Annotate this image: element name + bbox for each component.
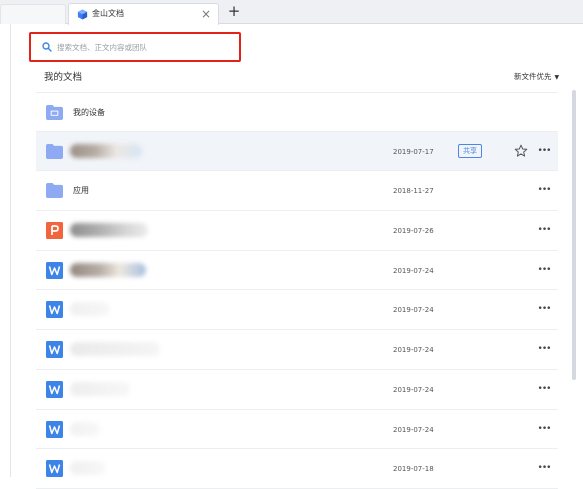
browser-tab-title: 金山文档 xyxy=(92,9,124,18)
file-date: 2019-07-24 xyxy=(393,385,434,394)
sort-dropdown[interactable]: 新文件优先 ▼ xyxy=(514,71,559,82)
redacted-file-name[interactable] xyxy=(70,302,110,317)
file-date: 2019-07-24 xyxy=(393,425,434,434)
browser-tab-strip: 金山文档 × + xyxy=(0,0,583,25)
redacted-file-name[interactable] xyxy=(70,262,146,277)
file-list: 我的设备 2019-07-17 共享 ••• 应用 2018-11-27 •••… xyxy=(36,92,558,489)
file-row[interactable]: 2019-07-24 ••• xyxy=(36,330,558,370)
browser-tab-inactive[interactable] xyxy=(0,4,66,24)
file-date: 2019-07-24 xyxy=(393,266,434,275)
more-options-icon[interactable]: ••• xyxy=(537,302,552,316)
file-row[interactable]: 我的设备 xyxy=(36,92,558,132)
more-options-icon[interactable]: ••• xyxy=(537,223,552,237)
more-options-icon[interactable]: ••• xyxy=(537,263,552,277)
word-doc-icon xyxy=(46,380,63,398)
word-doc-icon xyxy=(46,341,63,359)
word-doc-icon xyxy=(46,460,63,478)
more-options-icon[interactable]: ••• xyxy=(537,422,552,436)
redacted-file-name[interactable] xyxy=(70,461,106,476)
redacted-file-name[interactable] xyxy=(70,223,148,238)
more-options-icon[interactable]: ••• xyxy=(537,382,552,396)
file-date: 2019-07-26 xyxy=(393,227,434,236)
more-options-icon[interactable]: ••• xyxy=(537,461,552,475)
search-box[interactable] xyxy=(33,36,237,58)
file-date: 2019-07-24 xyxy=(393,346,434,355)
new-tab-button[interactable]: + xyxy=(226,3,242,20)
file-row[interactable]: 2019-07-24 ••• xyxy=(36,251,558,291)
file-date: 2018-11-27 xyxy=(393,187,434,196)
redacted-file-name[interactable] xyxy=(70,381,130,396)
sort-label: 新文件优先 xyxy=(514,72,552,81)
redacted-file-name[interactable] xyxy=(70,143,142,158)
folder-icon xyxy=(46,183,63,199)
file-row[interactable]: 2019-07-24 ••• xyxy=(36,290,558,331)
redacted-file-name[interactable] xyxy=(70,421,100,436)
chevron-down-icon: ▼ xyxy=(554,74,560,81)
file-name[interactable]: 应用 xyxy=(73,184,89,197)
search-input[interactable] xyxy=(57,39,232,55)
file-row[interactable]: 2019-07-24 ••• xyxy=(36,410,558,450)
page-left-border xyxy=(10,24,11,477)
browser-tab-active[interactable]: 金山文档 × xyxy=(68,3,219,25)
close-tab-icon[interactable]: × xyxy=(200,7,212,21)
word-doc-icon xyxy=(46,261,63,279)
page-title: 我的文档 xyxy=(44,72,83,83)
kdocs-logo-icon xyxy=(77,9,88,20)
shared-badge: 共享 xyxy=(458,143,482,158)
more-options-icon[interactable]: ••• xyxy=(537,183,552,197)
file-date: 2019-07-24 xyxy=(393,306,434,315)
presentation-icon xyxy=(46,222,63,240)
device-folder-icon xyxy=(46,104,63,121)
folder-icon xyxy=(46,143,63,159)
file-row[interactable]: 2019-07-18 ••• xyxy=(36,449,558,489)
file-row[interactable]: 2019-07-24 ••• xyxy=(36,370,558,410)
word-doc-icon xyxy=(46,420,63,438)
star-icon[interactable] xyxy=(514,144,528,158)
file-date: 2019-07-18 xyxy=(393,465,434,474)
file-name[interactable]: 我的设备 xyxy=(73,106,105,119)
more-options-icon[interactable]: ••• xyxy=(537,144,552,158)
more-options-icon[interactable]: ••• xyxy=(537,342,552,356)
redacted-file-name[interactable] xyxy=(70,342,160,357)
word-doc-icon xyxy=(46,301,63,319)
file-row[interactable]: 2019-07-17 共享 ••• xyxy=(36,131,558,172)
scrollbar-thumb[interactable] xyxy=(572,90,576,380)
file-row[interactable]: 2019-07-26 ••• xyxy=(36,211,558,251)
file-date: 2019-07-17 xyxy=(393,147,434,156)
search-icon xyxy=(42,42,52,52)
file-row[interactable]: 应用 2018-11-27 ••• xyxy=(36,171,558,212)
